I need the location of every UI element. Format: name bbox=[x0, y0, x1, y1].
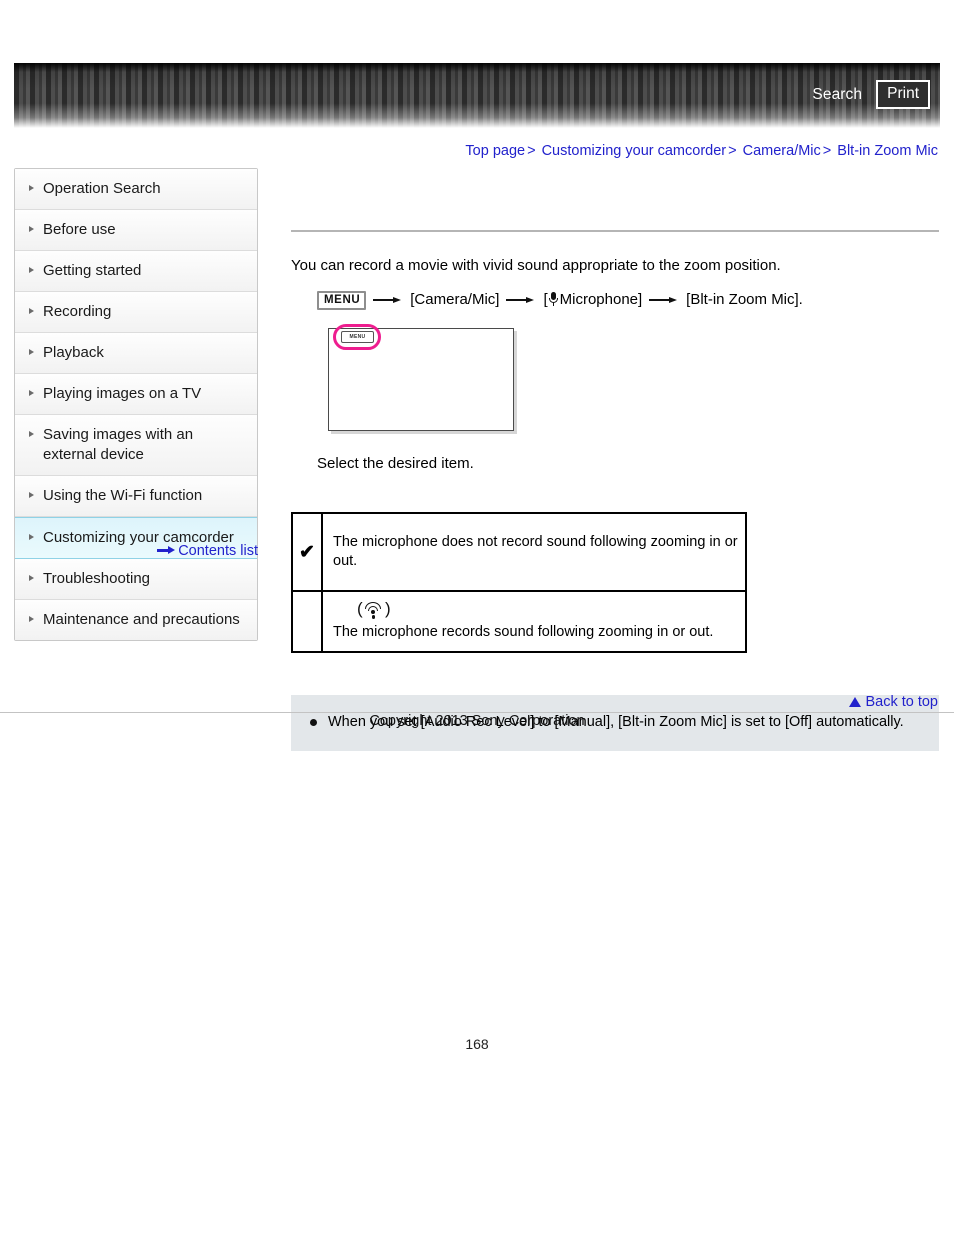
sidebar-item-label: Troubleshooting bbox=[43, 570, 151, 587]
chevron-right-icon bbox=[29, 349, 34, 355]
breadcrumb-item-camera-mic[interactable]: Camera/Mic bbox=[743, 143, 821, 159]
chevron-right-icon bbox=[29, 616, 34, 622]
breadcrumb-separator: > bbox=[822, 143, 832, 159]
table-row: ✔ The microphone does not record sound f… bbox=[291, 512, 747, 592]
sidebar-item-operation-search[interactable]: Operation Search bbox=[15, 169, 257, 210]
chevron-right-icon bbox=[29, 492, 34, 498]
sidebar-item-label: Saving images with an external device bbox=[43, 426, 194, 463]
header-actions: Search Print bbox=[812, 80, 930, 109]
sidebar-item-playback[interactable]: Playback bbox=[15, 333, 257, 374]
chevron-right-icon bbox=[29, 390, 34, 396]
main-content: You can record a movie with vivid sound … bbox=[291, 168, 939, 751]
sidebar-item-maintenance-and-precautions[interactable]: Maintenance and precautions bbox=[15, 600, 257, 640]
arrow-right-icon bbox=[506, 295, 536, 305]
sidebar-item-label: Before use bbox=[43, 221, 116, 238]
sidebar-item-recording[interactable]: Recording bbox=[15, 292, 257, 333]
checkmark-icon: ✔ bbox=[291, 512, 323, 592]
sidebar-item-using-the-wi-fi-function[interactable]: Using the Wi-Fi function bbox=[15, 476, 257, 517]
sidebar-item-getting-started[interactable]: Getting started bbox=[15, 251, 257, 292]
sidebar-item-troubleshooting[interactable]: Troubleshooting bbox=[15, 559, 257, 600]
triangle-up-icon bbox=[849, 697, 862, 707]
back-to-top-link[interactable]: Back to top bbox=[849, 694, 938, 710]
chevron-right-icon bbox=[29, 575, 34, 581]
sidebar-item-label: Operation Search bbox=[43, 180, 161, 197]
search-button[interactable]: Search bbox=[812, 86, 862, 103]
arrow-right-icon bbox=[157, 546, 176, 554]
camcorder-screen-illustration: MENU bbox=[328, 324, 514, 431]
menu-path-segment-microphone: [ Microphone] bbox=[543, 289, 642, 311]
breadcrumb-separator: > bbox=[728, 143, 737, 159]
chevron-right-icon bbox=[29, 431, 34, 437]
page-number: 168 bbox=[465, 1036, 489, 1052]
sidebar-item-label: Using the Wi-Fi function bbox=[43, 487, 203, 504]
table-row: ( ) The microphone records sound followi… bbox=[291, 590, 747, 653]
sidebar-item-label: Getting started bbox=[43, 262, 142, 279]
site-header-banner: Search Print bbox=[14, 63, 940, 128]
menu-path-segment-blt-in-zoom-mic: [Blt-in Zoom Mic]. bbox=[686, 291, 803, 308]
title-divider bbox=[291, 230, 939, 232]
print-button[interactable]: Print bbox=[876, 80, 930, 109]
breadcrumb: Top page > Customizing your camcorder > Ca… bbox=[465, 143, 938, 159]
sidebar-item-before-use[interactable]: Before use bbox=[15, 210, 257, 251]
back-to-top-label: Back to top bbox=[865, 694, 938, 710]
sidebar-nav: Operation Search Before use Getting star… bbox=[14, 168, 258, 641]
breadcrumb-item-blt-in-zoom-mic[interactable]: Blt-in Zoom Mic bbox=[837, 143, 938, 159]
microphone-icon bbox=[549, 292, 559, 306]
microphone-label: Microphone] bbox=[559, 291, 643, 308]
sidebar-item-label: Playing images on a TV bbox=[43, 385, 202, 402]
breadcrumb-item-customizing-your-camcorder[interactable]: Customizing your camcorder bbox=[542, 143, 727, 159]
menu-chip-icon: MENU bbox=[317, 290, 367, 310]
sidebar-item-label: Recording bbox=[43, 303, 112, 320]
chevron-right-icon bbox=[29, 308, 34, 314]
sidebar-item-label: Maintenance and precautions bbox=[43, 611, 240, 628]
menu-path-segment-camera-mic: [Camera/Mic] bbox=[410, 291, 500, 308]
illustration-highlight-ring bbox=[333, 324, 381, 350]
menu-path-instruction: MENU [Camera/Mic] [ Microphone] [Blt-in Z… bbox=[317, 289, 939, 311]
bracket-open: [ bbox=[543, 291, 548, 308]
chevron-right-icon bbox=[29, 534, 34, 540]
breadcrumb-item-top-page[interactable]: Top page bbox=[465, 143, 525, 159]
zoom-mic-icon: ( ) bbox=[357, 599, 391, 619]
option-description: The microphone records sound following z… bbox=[333, 624, 714, 640]
copyright-text: Copyright 2013 Sony Corporation bbox=[369, 713, 585, 729]
breadcrumb-separator: > bbox=[527, 143, 536, 159]
contents-list-link[interactable]: Contents list bbox=[14, 543, 258, 559]
intro-paragraph: You can record a movie with vivid sound … bbox=[291, 257, 781, 274]
sidebar-item-label: Playback bbox=[43, 344, 104, 361]
sidebar-item-playing-images-on-a-tv[interactable]: Playing images on a TV bbox=[15, 374, 257, 415]
mark-cell-empty bbox=[291, 590, 323, 653]
chevron-right-icon bbox=[29, 185, 34, 191]
sidebar-item-saving-images-external-device[interactable]: Saving images with an external device bbox=[15, 415, 257, 476]
chevron-right-icon bbox=[29, 267, 34, 273]
option-description: The microphone does not record sound fol… bbox=[321, 512, 747, 592]
select-item-caption: Select the desired item. bbox=[317, 455, 474, 472]
contents-list-label: Contents list bbox=[178, 543, 258, 559]
chevron-right-icon bbox=[29, 226, 34, 232]
options-table: ✔ The microphone does not record sound f… bbox=[291, 512, 747, 653]
option-description-cell: ( ) The microphone records sound followi… bbox=[321, 590, 747, 653]
arrow-right-icon bbox=[649, 295, 679, 305]
arrow-right-icon bbox=[373, 295, 403, 305]
